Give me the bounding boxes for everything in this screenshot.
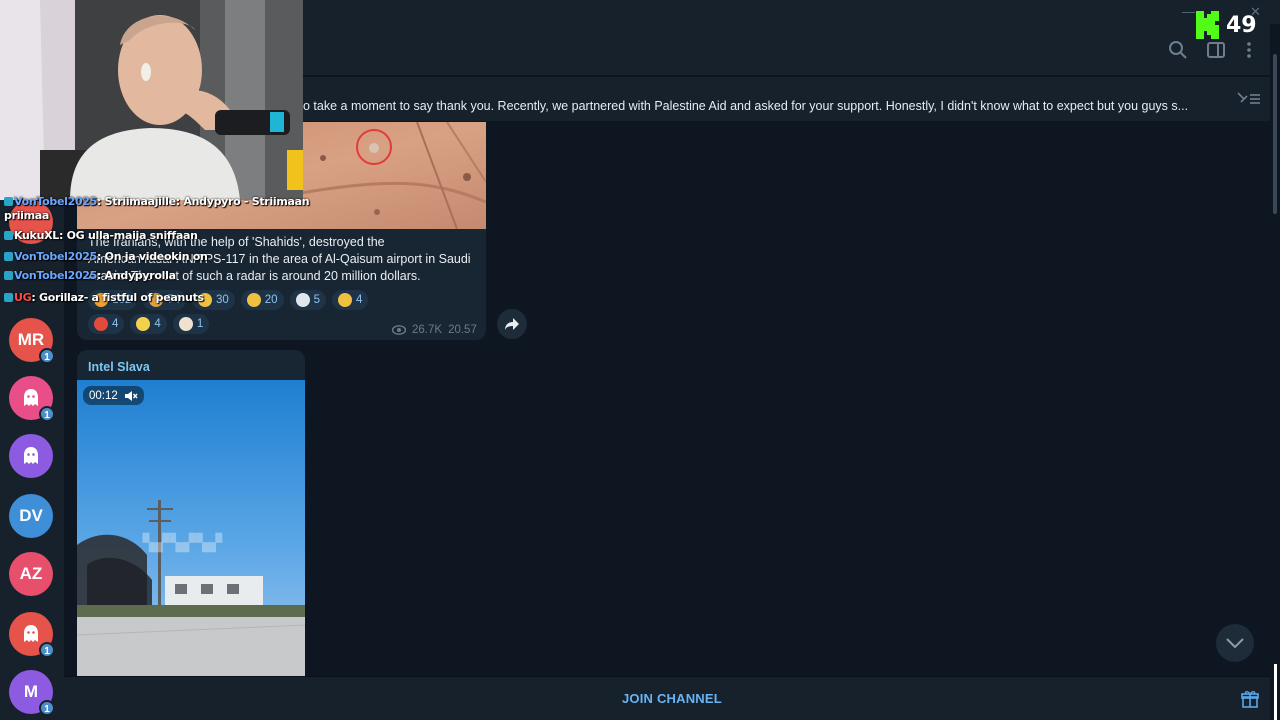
search-icon[interactable] [1166, 38, 1190, 62]
stream-chat-message: KukuXL: OG ulla-maija sniffaan [4, 229, 198, 242]
chat-username: VonTobel2025 [14, 269, 98, 282]
unread-badge: 1 [39, 700, 55, 716]
video-player[interactable]: ▚▞▚▞▚▞ 00:12 [77, 380, 305, 676]
reaction-count: 5 [313, 294, 320, 306]
chat-text: : On ja videokin on [97, 250, 208, 263]
chat-username: VonTobel2025 [14, 250, 98, 263]
ghost-icon [24, 389, 38, 406]
views-eye-icon [392, 325, 406, 335]
chat-username: UG [14, 291, 32, 304]
chat-badge-icon [4, 293, 13, 302]
angry-icon [94, 317, 108, 331]
reaction-count: 4 [355, 294, 363, 306]
scroll-to-bottom-button[interactable] [1216, 624, 1254, 662]
chat-avatar[interactable]: AZ [9, 552, 53, 596]
muted-speaker-icon[interactable] [124, 390, 138, 402]
view-count: 26.7K [412, 324, 443, 336]
stream-chat-message: VonTobel2025: Andypyrolla [4, 269, 176, 282]
reaction-chip[interactable]: 5 [289, 290, 326, 310]
chat-badge-icon [4, 231, 13, 240]
stream-chat-message: VonTobel2025: On ja videokin on [4, 250, 208, 263]
video-duration-badge: 00:12 [83, 386, 144, 405]
thumbs-up-icon [246, 293, 261, 307]
ghost-icon [24, 625, 38, 642]
scrollbar[interactable] [1270, 24, 1280, 720]
thumbs-down-icon [337, 293, 352, 307]
scrollbar-indicator [1274, 664, 1277, 720]
clown-icon [178, 317, 193, 331]
chat-avatar[interactable]: M1 [9, 670, 55, 716]
dove-icon [295, 293, 310, 307]
scrollbar-thumb[interactable] [1273, 54, 1277, 214]
chat-badge-icon [4, 197, 13, 206]
chat-avatar[interactable]: 1 [9, 376, 55, 422]
chat-avatar[interactable]: DV [9, 494, 53, 538]
reaction-count: 4 [154, 318, 161, 330]
chevron-down-icon [1226, 638, 1244, 648]
streamer-webcam-overlay [0, 0, 303, 200]
chat-avatar[interactable]: 1 [9, 612, 55, 658]
message-time: 20.57 [448, 324, 477, 336]
stream-chat-message: priimaa [4, 209, 49, 222]
unread-badge: 1 [39, 406, 55, 422]
minimize-icon[interactable]: — [1182, 4, 1195, 19]
reaction-chip[interactable]: 4 [331, 290, 369, 310]
unread-badge: 1 [39, 348, 55, 364]
reaction-chip[interactable]: 4 [88, 314, 125, 334]
forward-button[interactable] [497, 309, 527, 339]
reaction-count: 1 [196, 318, 204, 330]
unread-badge: 1 [39, 642, 55, 658]
stream-chat-message: UG: Gorillaz- a fistful of peanuts [4, 291, 204, 304]
message-sender[interactable]: Intel Slava [88, 360, 150, 374]
chat-text: : Andypyrolla [97, 269, 176, 282]
gift-icon[interactable] [1240, 689, 1260, 709]
message-bubble[interactable]: Intel Slava ▚▞▚▞▚▞ 00:12 [77, 350, 305, 676]
sidebar-toggle-icon[interactable] [1204, 38, 1228, 62]
reaction-chip[interactable]: 20 [240, 290, 284, 310]
banana-icon [136, 317, 151, 331]
chat-username: KukuXL [14, 229, 59, 242]
chat-badge-icon [4, 271, 13, 280]
chat-text: : OG ulla-maija sniffaan [59, 229, 198, 242]
message-meta: 26.7K 20.57 [392, 324, 477, 336]
telegram-window: — ✕ 49 o take a moment to say thank you.… [0, 0, 1280, 720]
chat-text: priimaa [4, 209, 50, 222]
chat-avatar[interactable] [9, 434, 53, 478]
svg-text:▚▞▚▞▚▞: ▚▞▚▞▚▞ [142, 532, 223, 553]
reaction-chip[interactable]: 4 [130, 314, 167, 334]
more-vertical-icon[interactable] [1237, 38, 1261, 62]
stream-chat-message: VonTobel2025: Striimaajille: Andypyro - … [4, 195, 310, 208]
pinned-list-icon[interactable] [1236, 91, 1262, 107]
pinned-message-text[interactable]: o take a moment to say thank you. Recent… [303, 99, 1218, 113]
kick-viewer-badge: 49 [1196, 10, 1257, 40]
reactions-row: 4 4 1 [88, 314, 210, 334]
chat-text: : Striimaajille: Andypyro - Striimaan [97, 195, 310, 208]
chat-avatar[interactable]: MR 1 [9, 318, 55, 364]
composer-bar: JOIN CHANNEL [64, 676, 1270, 720]
chat-username: VonTobel2025 [14, 195, 98, 208]
chat-text: : Gorillaz- a fistful of peanuts [31, 291, 204, 304]
join-channel-button[interactable]: JOIN CHANNEL [622, 691, 722, 706]
reaction-chip[interactable]: 1 [172, 314, 210, 334]
reaction-count: 30 [215, 294, 229, 306]
forward-arrow-icon [505, 318, 519, 330]
reaction-count: 4 [112, 318, 119, 330]
viewer-count: 49 [1226, 12, 1257, 38]
reaction-count: 20 [264, 294, 278, 306]
chat-badge-icon [4, 252, 13, 261]
ghost-icon [24, 447, 38, 464]
video-duration: 00:12 [89, 389, 118, 402]
kick-logo-icon [1196, 11, 1219, 39]
